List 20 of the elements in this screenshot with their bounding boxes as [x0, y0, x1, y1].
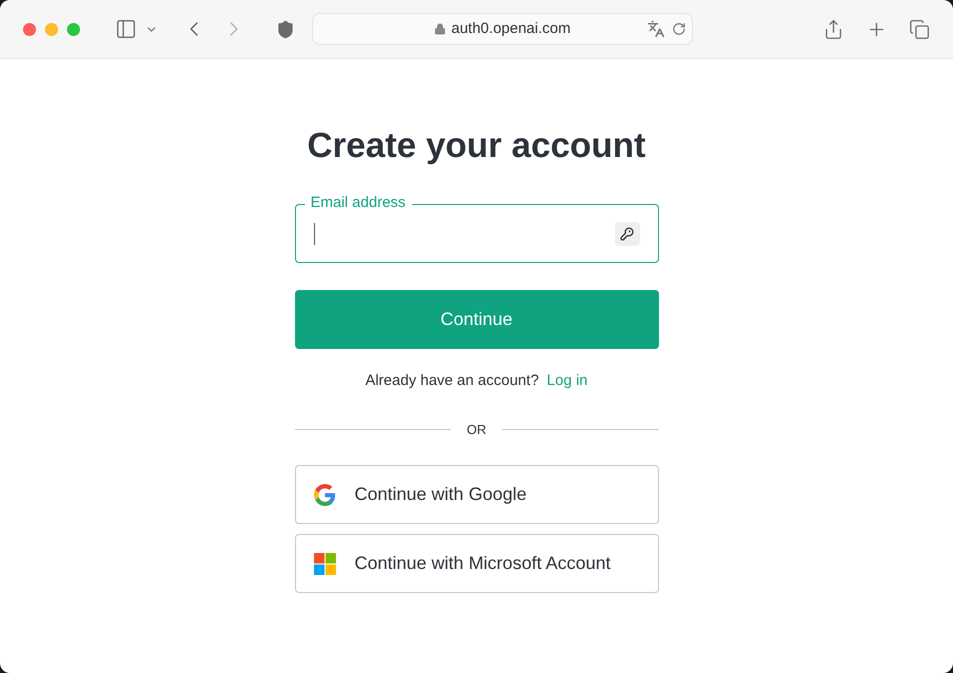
microsoft-logo-icon: [314, 552, 336, 574]
share-icon[interactable]: [823, 18, 844, 40]
url-text: auth0.openai.com: [451, 18, 571, 39]
text-cursor: [314, 222, 315, 244]
tabs-overview-icon[interactable]: [909, 18, 930, 40]
social-login-button[interactable]: Continue with Microsoft Account: [294, 534, 658, 593]
login-prompt: Already have an account?: [365, 371, 539, 391]
social-login-button[interactable]: Continue with Google: [294, 465, 658, 524]
shield-icon[interactable]: [276, 20, 295, 38]
translate-icon[interactable]: [647, 20, 665, 38]
key-icon: [620, 226, 634, 240]
password-key-button[interactable]: [614, 222, 640, 246]
google-logo-icon: [314, 484, 336, 506]
lock-icon: [434, 23, 446, 35]
address-bar[interactable]: auth0.openai.com: [312, 13, 693, 45]
close-window-button[interactable]: [23, 22, 36, 36]
reload-icon[interactable]: [672, 22, 686, 36]
page-heading: Create your account: [307, 125, 646, 167]
or-divider-label: OR: [466, 420, 488, 438]
sidebar-icon[interactable]: [115, 18, 137, 40]
